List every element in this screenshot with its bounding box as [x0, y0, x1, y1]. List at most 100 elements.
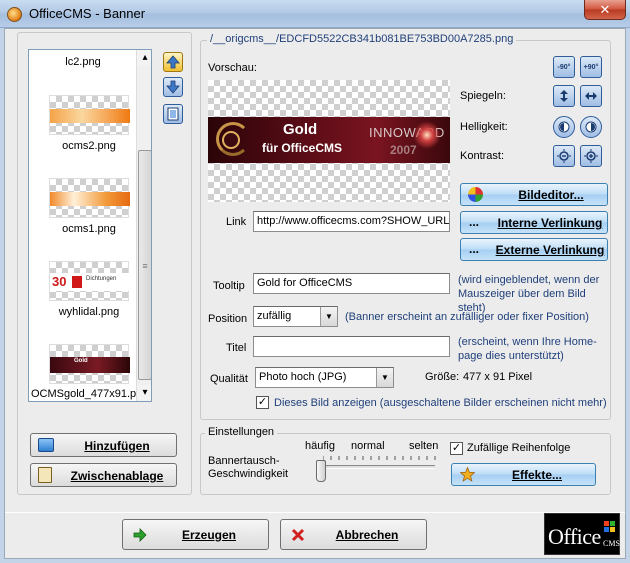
thumbnail-banner [50, 109, 130, 123]
arrow-up-icon [166, 55, 180, 69]
arrow-right-icon [133, 528, 147, 542]
rotate-left-button[interactable]: -90° [553, 56, 575, 78]
thumbnail-banner: Gold [50, 357, 130, 373]
brightness-down-button[interactable] [553, 116, 575, 138]
move-up-button[interactable] [163, 52, 183, 72]
list-item-caption[interactable]: lc2.png [29, 56, 137, 68]
clipboard-button[interactable]: Zwischenablage [30, 463, 177, 487]
thumbnail-banner-text: Gold [74, 358, 88, 364]
list-item-caption[interactable]: ocms1.png [29, 223, 149, 235]
title-input[interactable] [253, 336, 450, 357]
thumbnail-banner [50, 192, 130, 206]
thumbnail-banner: 30 Dichtungen [50, 273, 130, 291]
image-editor-button[interactable]: Bildeditor... [460, 183, 608, 206]
app-icon [7, 7, 22, 22]
contrast-label: Kontrast: [460, 150, 505, 162]
scroll-thumb[interactable]: ≡ [138, 150, 151, 380]
image-list[interactable]: lc2.png ocms2.png ocms1.png 30 Dichtunge… [28, 49, 152, 402]
close-button[interactable]: ✕ [584, 0, 626, 20]
add-image-button[interactable]: Hinzufügen [30, 433, 177, 457]
cancel-x-icon [291, 528, 305, 542]
contrast-up-button[interactable] [580, 145, 602, 167]
thumbnail-image[interactable] [49, 95, 130, 135]
image-path: /__origcms__/EDCFD5522CB341b081BE753BD00… [207, 33, 517, 45]
random-order-checkbox[interactable]: ✓ [450, 442, 463, 455]
title-bar[interactable]: OfficeCMS - Banner ✕ [0, 0, 630, 28]
link-input[interactable]: http://www.officecms.com?SHOW_URL [253, 211, 450, 232]
officecms-logo: Office CMS [544, 513, 620, 555]
brightness-up-icon [585, 121, 597, 133]
speed-normal-label: normal [351, 440, 385, 452]
brightness-up-button[interactable] [580, 116, 602, 138]
effects-button[interactable]: Effekte... [451, 463, 596, 486]
cancel-label: Abbrechen [335, 528, 399, 542]
thumbnail-image[interactable]: Gold [49, 344, 130, 384]
scroll-up-arrow-icon[interactable]: ▴ [137, 50, 151, 66]
add-folder-icon [38, 438, 54, 452]
chevron-down-icon[interactable]: ▼ [376, 368, 393, 387]
brightness-down-icon [558, 121, 570, 133]
external-link-label: Externe Verlinkung [495, 243, 605, 257]
banner-subtitle: für OfficeCMS [262, 141, 343, 155]
size-value: 477 x 91 Pixel [463, 371, 533, 383]
cancel-button[interactable]: Abbrechen [280, 519, 427, 550]
external-link-dots: ... [469, 242, 480, 256]
thumbnail-logo-mark [72, 276, 82, 288]
logo-subtext: CMS [603, 539, 620, 548]
mirror-vertical-button[interactable] [553, 85, 575, 107]
title-label: Titel [226, 342, 247, 354]
internal-link-dots: ... [469, 215, 480, 229]
thumbnail-image[interactable] [49, 178, 130, 218]
tooltip-input[interactable]: Gold for OfficeCMS [253, 273, 450, 294]
random-order-label[interactable]: Zufällige Reihenfolge [467, 442, 570, 454]
list-item-caption-selected[interactable]: OCMSgold_477x91.p [29, 388, 151, 400]
link-label: Link [226, 216, 247, 228]
banner-logo-mark [222, 131, 240, 149]
windows-flag-icon [604, 521, 616, 533]
quality-label: Qualität [210, 373, 248, 385]
window-title: OfficeCMS - Banner [29, 6, 146, 21]
rotate-left-icon: -90° [557, 63, 571, 71]
list-scrollbar[interactable]: ▴ ≡ ▾ [136, 50, 151, 401]
speed-low-label: selten [409, 440, 439, 452]
clipboard-icon [38, 467, 52, 483]
speed-slider-track[interactable] [320, 465, 435, 469]
chevron-down-icon[interactable]: ▼ [320, 307, 337, 326]
firework-graphic [413, 121, 441, 149]
position-value: zufällig [257, 310, 292, 322]
add-image-label: Hinzufügen [84, 439, 150, 453]
page-icon [167, 107, 179, 121]
preview-image: Gold für OfficeCMS INNOWARD 2007 [208, 80, 450, 202]
thumbnail-logo-text: 30 [52, 274, 67, 289]
speed-high-label: häufig [305, 440, 335, 452]
star-icon [460, 467, 475, 482]
move-down-button[interactable] [163, 77, 183, 97]
effects-label: Effekte... [511, 468, 562, 482]
show-image-label[interactable]: Dieses Bild anzeigen (ausgeschaltene Bil… [274, 396, 607, 410]
arrow-down-icon [166, 80, 180, 94]
flip-vertical-icon [560, 90, 568, 102]
position-select[interactable]: zufällig ▼ [253, 306, 338, 327]
rotate-right-button[interactable]: +90° [580, 56, 602, 78]
mirror-horizontal-button[interactable] [580, 85, 602, 107]
view-image-button[interactable] [163, 104, 183, 124]
brightness-label: Helligkeit: [460, 121, 508, 133]
footer-divider [5, 512, 625, 513]
image-editor-label: Bildeditor... [518, 188, 584, 202]
create-label: Erzeugen [181, 528, 236, 542]
contrast-down-button[interactable] [553, 145, 575, 167]
mirror-label: Spiegeln: [460, 90, 506, 102]
create-button[interactable]: Erzeugen [122, 519, 269, 550]
banner-year: 2007 [390, 143, 417, 157]
show-image-checkbox[interactable]: ✓ [256, 396, 269, 409]
list-item-caption[interactable]: ocms2.png [29, 140, 149, 152]
scroll-down-arrow-icon[interactable]: ▾ [137, 385, 151, 401]
speed-slider-thumb[interactable] [316, 460, 326, 482]
internal-link-button[interactable]: ... Interne Verlinkung [460, 211, 608, 234]
external-link-button[interactable]: ... Externe Verlinkung [460, 238, 608, 261]
speed-label: Bannertausch-Geschwindigkeit [208, 455, 289, 480]
logo-text: Office [548, 524, 601, 549]
thumbnail-image[interactable]: 30 Dichtungen [49, 261, 130, 301]
list-item-caption[interactable]: wyhlidal.png [29, 306, 149, 318]
quality-select[interactable]: Photo hoch (JPG) ▼ [255, 367, 394, 388]
